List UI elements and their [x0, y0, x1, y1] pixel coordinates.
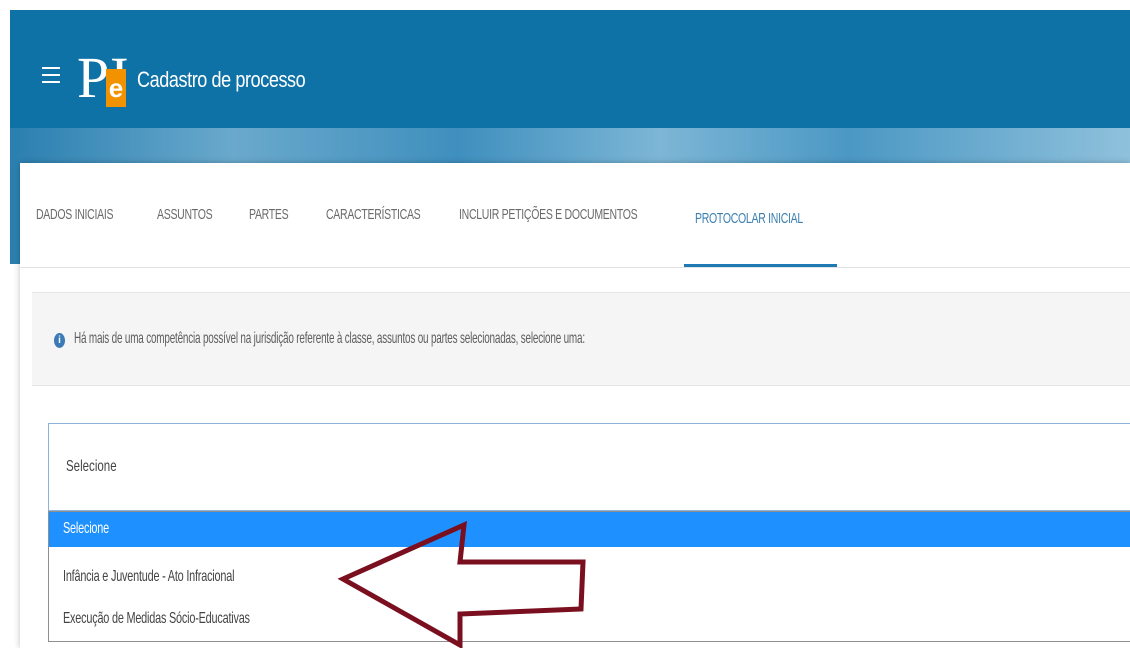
tab-protocolar-inicial[interactable]: PROTOCOLAR INICIAL [695, 210, 803, 227]
info-alert: i Há mais de uma competência possível na… [32, 292, 1130, 386]
info-icon: i [54, 333, 65, 348]
info-message: Há mais de uma competência possível na j… [74, 330, 585, 347]
tab-partes[interactable]: PARTES [249, 206, 289, 223]
competencia-select[interactable]: Selecione [48, 423, 1130, 511]
tab-caracteristicas[interactable]: CARACTERÍSTICAS [326, 206, 421, 223]
page-top-strip [0, 0, 1130, 10]
option-label: Infância e Juventude - Ato Infracional [63, 568, 235, 585]
active-tab-indicator [684, 264, 837, 267]
logo-e-badge: e [106, 69, 126, 107]
option-label: Selecione [63, 520, 109, 537]
option-label: Execução de Medidas Sócio-Educativas [63, 610, 250, 627]
hamburger-icon[interactable] [42, 67, 60, 83]
select-current-value: Selecione [66, 458, 117, 475]
tab-incluir-peticoes[interactable]: INCLUIR PETIÇÕES E DOCUMENTOS [459, 206, 638, 223]
step-tabs: DADOS INICIAIS ASSUNTOS PARTES CARACTERÍ… [20, 163, 1130, 268]
annotation-arrow-icon [337, 521, 586, 648]
tab-dados-iniciais[interactable]: DADOS INICIAIS [36, 206, 113, 223]
page-title: Cadastro de processo [137, 67, 306, 92]
app-header: PJ e Cadastro de processo [10, 10, 1130, 128]
tab-assuntos[interactable]: ASSUNTOS [157, 206, 213, 223]
